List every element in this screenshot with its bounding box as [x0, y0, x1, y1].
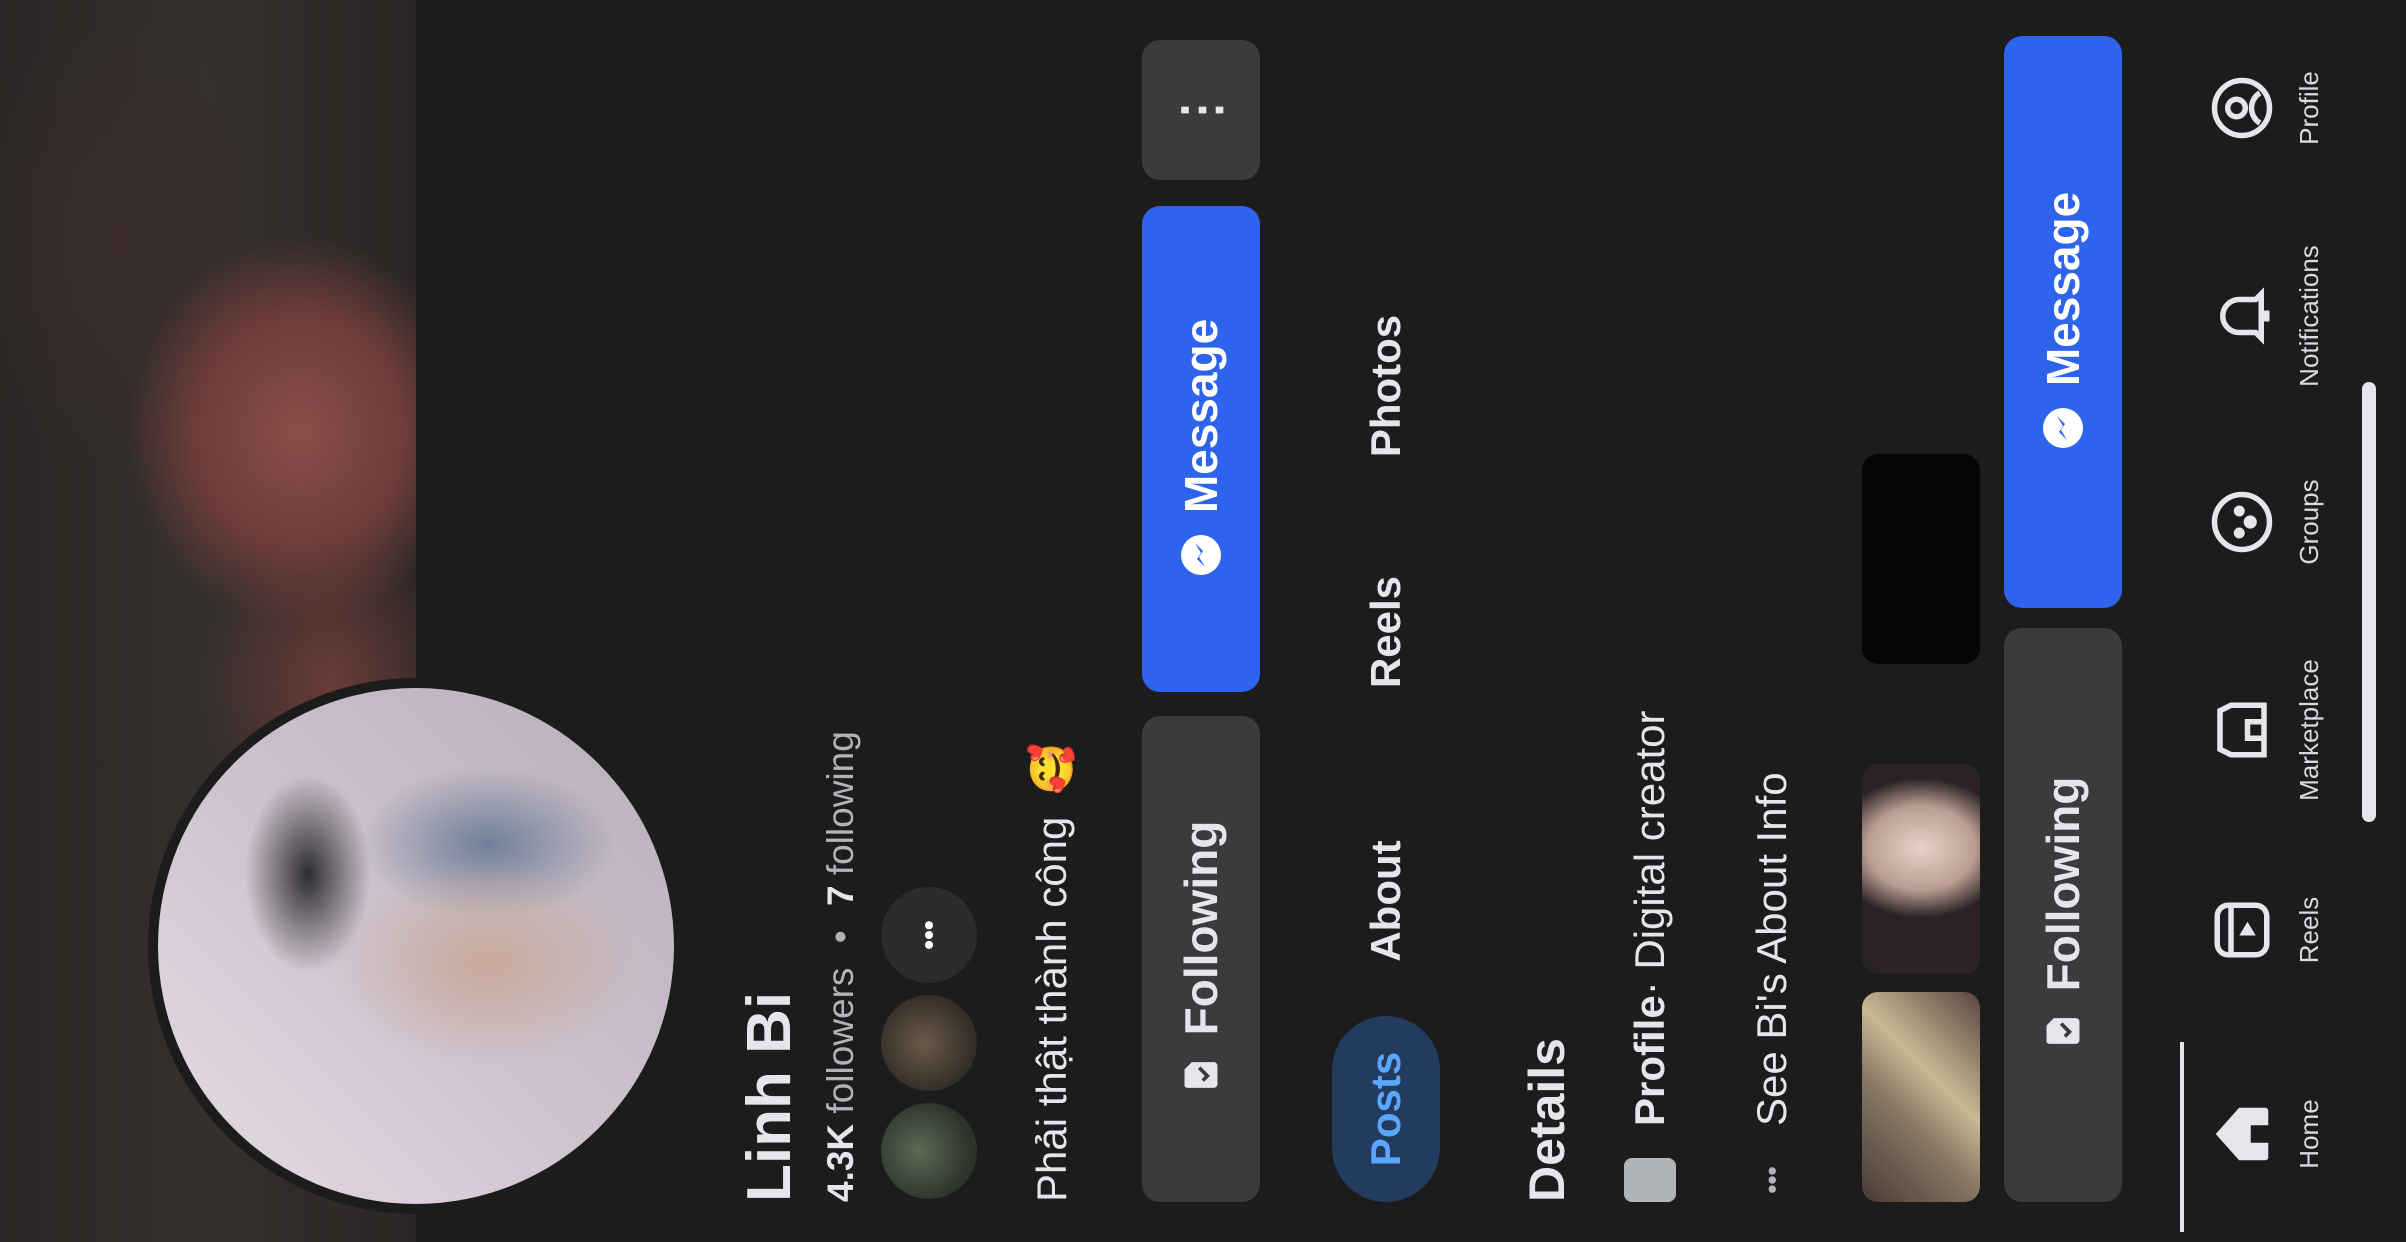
following-button[interactable]: Following	[1142, 716, 1260, 1202]
photo-thumbnail-3[interactable]	[1862, 454, 1980, 664]
more-options-button[interactable]: ⋮	[1142, 40, 1260, 180]
messenger-icon	[1177, 531, 1225, 579]
followers-label[interactable]: followers	[820, 968, 861, 1114]
profile-type-rest: · Digital creator	[1626, 710, 1673, 996]
mutual-avatar-2[interactable]	[878, 992, 980, 1094]
tab-reels[interactable]: Reels	[1332, 562, 1440, 702]
message-button-label: Message	[1175, 318, 1227, 514]
nav-home-label: Home	[2294, 1099, 2324, 1169]
tab-photos[interactable]: Photos	[1332, 306, 1440, 466]
profile-type-row: Profile · Digital creator	[1624, 711, 1676, 1202]
tab-posts[interactable]: Posts	[1332, 1016, 1440, 1202]
following-icon	[1179, 1053, 1223, 1097]
profile-icon	[2206, 75, 2278, 141]
nav-reels-label: Reels	[2294, 896, 2324, 964]
sticky-message-button[interactable]: Message	[2004, 36, 2122, 608]
nav-profile[interactable]: Profile	[2176, 8, 2376, 208]
nav-marketplace-label: Marketplace	[2294, 659, 2324, 801]
details-heading: Details	[1519, 1038, 1575, 1202]
profile-bio: Phải thật thành công 🥰	[1028, 743, 1077, 1202]
active-tab-indicator	[2180, 1042, 2184, 1232]
stats-separator: •	[820, 930, 861, 944]
following-label[interactable]: following	[820, 731, 861, 875]
follow-stats: 4.3K followers • 7 following	[820, 731, 862, 1202]
sticky-following-label: Following	[2037, 776, 2089, 992]
sticky-messenger-icon	[2039, 404, 2087, 452]
nav-groups-label: Groups	[2294, 479, 2324, 565]
home-gesture-bar[interactable]	[2362, 382, 2376, 822]
sticky-message-label: Message	[2037, 191, 2089, 387]
profile-name: Linh Bi	[735, 991, 804, 1202]
nav-marketplace[interactable]: Marketplace	[2176, 630, 2376, 830]
reels-icon	[2206, 897, 2278, 963]
message-button[interactable]: Message	[1142, 206, 1260, 692]
see-about-info-link[interactable]: ••• See Bi's About Info	[1748, 772, 1796, 1202]
photo-thumbnail-1[interactable]	[1862, 992, 1980, 1202]
following-button-label: Following	[1175, 820, 1227, 1036]
profile-type-bold: Profile	[1626, 995, 1673, 1126]
nav-groups[interactable]: Groups	[2176, 422, 2376, 622]
page-icon	[1624, 1158, 1676, 1202]
profile-avatar[interactable]	[158, 688, 674, 1204]
nav-notifications-label: Notifications	[2294, 245, 2324, 387]
avatar-ring	[148, 678, 684, 1214]
bell-icon	[2206, 283, 2278, 349]
groups-icon	[2206, 489, 2278, 555]
nav-reels[interactable]: Reels	[2176, 830, 2376, 1030]
nav-home[interactable]: Home	[2176, 1034, 2376, 1234]
more-mutuals-icon[interactable]: •••	[878, 884, 980, 986]
more-options-icon: ⋮	[1173, 85, 1229, 135]
see-about-info-label: See Bi's About Info	[1748, 772, 1795, 1126]
nav-notifications[interactable]: Notifications	[2176, 216, 2376, 416]
bio-text: Phải thật thành công	[1028, 816, 1075, 1202]
following-count[interactable]: 7	[820, 885, 861, 906]
nav-profile-label: Profile	[2294, 71, 2324, 145]
home-icon	[2206, 1099, 2278, 1169]
photo-thumbnail-2[interactable]	[1862, 764, 1980, 974]
sticky-following-button[interactable]: Following	[2004, 628, 2122, 1202]
mutual-avatar-1[interactable]	[878, 1100, 980, 1202]
more-dots-icon: •••	[1756, 1166, 1787, 1194]
profile-screen: Linh Bi 4.3K followers • 7 following •••…	[0, 0, 2406, 1242]
tab-about[interactable]: About	[1332, 826, 1440, 976]
sticky-following-icon	[2041, 1009, 2085, 1053]
followers-count[interactable]: 4.3K	[820, 1124, 861, 1202]
marketplace-icon	[2206, 697, 2278, 763]
bio-emoji: 🥰	[1028, 742, 1075, 796]
